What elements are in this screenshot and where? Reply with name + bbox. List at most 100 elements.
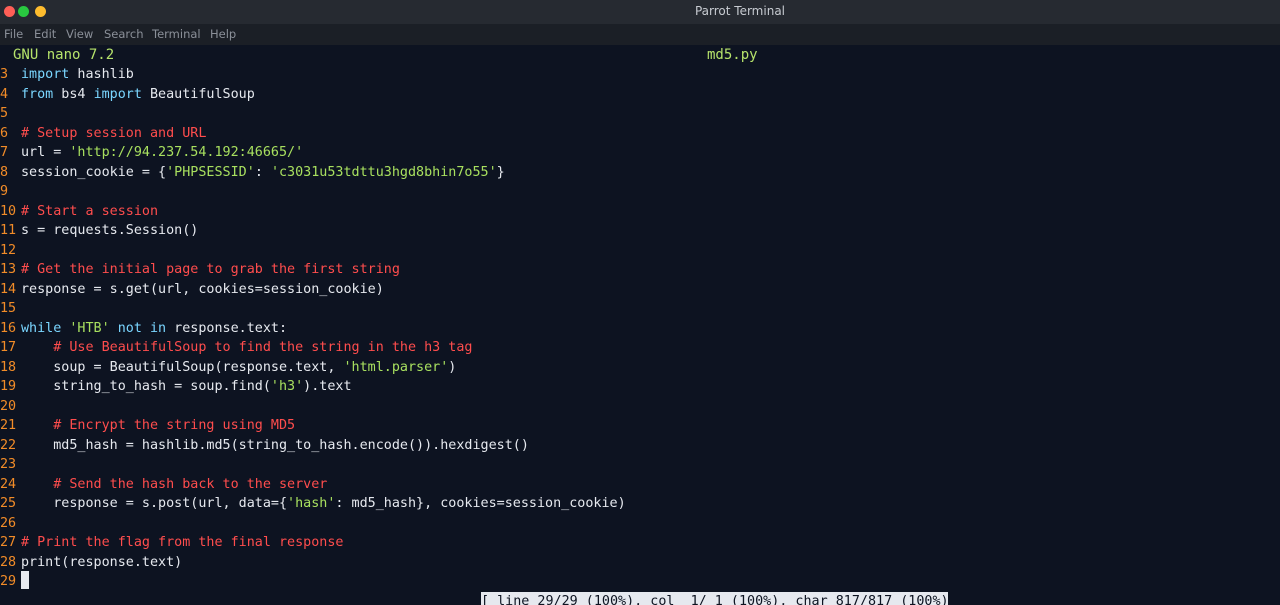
line-number: 28 xyxy=(0,554,17,570)
window-title: Parrot Terminal xyxy=(694,4,786,18)
line-number: 22 xyxy=(0,437,17,453)
status-bar: [ line 29/29 (100%), col 1/ 1 (100%), ch… xyxy=(481,592,948,605)
code-token: : xyxy=(254,164,271,180)
code-token: } xyxy=(496,164,505,180)
menu-file[interactable]: File xyxy=(4,27,23,41)
line-code: import hashlib xyxy=(21,65,134,85)
line-code: while 'HTB' not in response.text: xyxy=(21,319,287,339)
code-token: print(response.text) xyxy=(21,554,183,570)
string-token: 'c3031u53tdttu3hgd8bhin7o55' xyxy=(270,164,497,180)
text-cursor xyxy=(21,571,29,589)
code-line: 5 xyxy=(0,104,1280,124)
line-code: # Send the hash back to the server xyxy=(21,475,327,495)
code-line: 11 s = requests.Session() xyxy=(0,221,1280,241)
string-token: 'html.parser' xyxy=(343,359,449,375)
string-token: 'HTB' xyxy=(69,320,110,336)
line-number: 26 xyxy=(0,515,17,531)
code-line: 18 soup = BeautifulSoup(response.text, '… xyxy=(0,358,1280,378)
line-number: 3 xyxy=(0,67,9,82)
code-line: 10 # Start a session xyxy=(0,202,1280,222)
code-token: response = s.post(url, data={ xyxy=(53,496,288,511)
line-code: response = s.get(url, cookies=session_co… xyxy=(21,280,384,300)
window-titlebar: Parrot Terminal xyxy=(0,0,1280,24)
line-code: response = s.post(url, data={'hash': md5… xyxy=(21,494,626,514)
code-line: 21 # Encrypt the string using MD5 xyxy=(0,416,1280,436)
code-line: 26 xyxy=(0,514,1280,534)
line-code: from bs4 import BeautifulSoup xyxy=(21,85,255,105)
code-token: soup = BeautifulSoup(response.text, xyxy=(53,359,344,375)
code-token: response.text: xyxy=(166,320,288,336)
menu-help[interactable]: Help xyxy=(210,27,236,41)
string-token: 'http://94.237.54.192:46665/' xyxy=(69,145,304,160)
code-token: ).text xyxy=(303,379,352,394)
menu-view[interactable]: View xyxy=(66,27,93,41)
comment-token: # Use BeautifulSoup to find the string i… xyxy=(53,340,473,355)
line-code: # Get the initial page to grab the first… xyxy=(21,260,400,280)
string-token: 'PHPSESSID' xyxy=(166,164,255,180)
code-line: 29 xyxy=(0,572,1280,592)
keyword-token: import xyxy=(21,67,70,82)
comment-token: # Get the initial page to grab the first… xyxy=(21,262,400,277)
code-line: 22 md5_hash = hashlib.md5(string_to_hash… xyxy=(0,436,1280,456)
line-code: url = 'http://94.237.54.192:46665/' xyxy=(21,143,303,163)
line-number: 29 xyxy=(0,574,17,589)
line-code: # Print the flag from the final response xyxy=(21,533,343,553)
line-code: # Setup session and URL xyxy=(21,124,206,144)
menu-terminal[interactable]: Terminal xyxy=(152,27,201,41)
code-line: 16 while 'HTB' not in response.text: xyxy=(0,319,1280,339)
line-number: 6 xyxy=(0,125,9,141)
comment-token: # Encrypt the string using MD5 xyxy=(53,418,296,433)
line-code: # Start a session xyxy=(21,202,158,222)
code-line: 25 response = s.post(url, data={'hash': … xyxy=(0,494,1280,514)
code-token: s = requests.Session() xyxy=(21,223,199,238)
line-number: 19 xyxy=(0,379,17,394)
comment-token: # Start a session xyxy=(21,203,159,219)
line-number: 16 xyxy=(0,320,17,336)
keyword-token: while xyxy=(21,320,62,336)
line-number: 17 xyxy=(0,340,17,355)
code-line: 9 xyxy=(0,182,1280,202)
line-number: 7 xyxy=(0,145,9,160)
line-number: 23 xyxy=(0,457,17,472)
line-number: 8 xyxy=(0,164,9,180)
menu-edit[interactable]: Edit xyxy=(34,27,56,41)
line-number: 4 xyxy=(0,86,9,102)
nano-filename: md5.py xyxy=(707,47,758,63)
line-code: # Use BeautifulSoup to find the string i… xyxy=(21,338,472,358)
code-line: 27 # Print the flag from the final respon… xyxy=(0,533,1280,553)
line-number: 24 xyxy=(0,476,17,492)
line-number: 15 xyxy=(0,301,17,316)
string-token: 'hash' xyxy=(287,496,336,511)
keyword-token: from xyxy=(21,86,54,102)
code-token: : md5_hash}, cookies=session_cookie) xyxy=(335,496,626,511)
line-number: 5 xyxy=(0,106,9,121)
line-number: 14 xyxy=(0,281,17,297)
menu-search[interactable]: Search xyxy=(104,27,144,41)
code-token: string_to_hash = soup.find( xyxy=(53,379,271,394)
line-code: # Encrypt the string using MD5 xyxy=(21,416,295,436)
code-token: ) xyxy=(448,359,457,375)
code-line: 14 response = s.get(url, cookies=session_… xyxy=(0,280,1280,300)
code-line: 23 xyxy=(0,455,1280,475)
code-token: hashlib xyxy=(69,67,134,82)
code-editor[interactable]: 3 import hashlib 4 from bs4 import Beautifu… xyxy=(0,65,1280,592)
line-number: 25 xyxy=(0,496,17,511)
code-token: response = s.get(url, cookies=session_co… xyxy=(21,281,384,297)
code-line: 13 # Get the initial page to grab the fir… xyxy=(0,260,1280,280)
keyword-token: import xyxy=(93,86,142,102)
code-token: bs4 xyxy=(53,86,94,102)
code-token: url = xyxy=(21,145,70,160)
line-code: soup = BeautifulSoup(response.text, 'htm… xyxy=(21,358,456,378)
line-code: string_to_hash = soup.find('h3').text xyxy=(21,377,352,397)
code-line: 6 # Setup session and URL xyxy=(0,124,1280,144)
line-number: 9 xyxy=(0,184,9,199)
code-line: 4 from bs4 import BeautifulSoup xyxy=(0,85,1280,105)
line-code: md5_hash = hashlib.md5(string_to_hash.en… xyxy=(21,436,529,456)
menu-bar: File Edit View Search Terminal Help xyxy=(0,24,1280,45)
code-line: 24 # Send the hash back to the server xyxy=(0,475,1280,495)
